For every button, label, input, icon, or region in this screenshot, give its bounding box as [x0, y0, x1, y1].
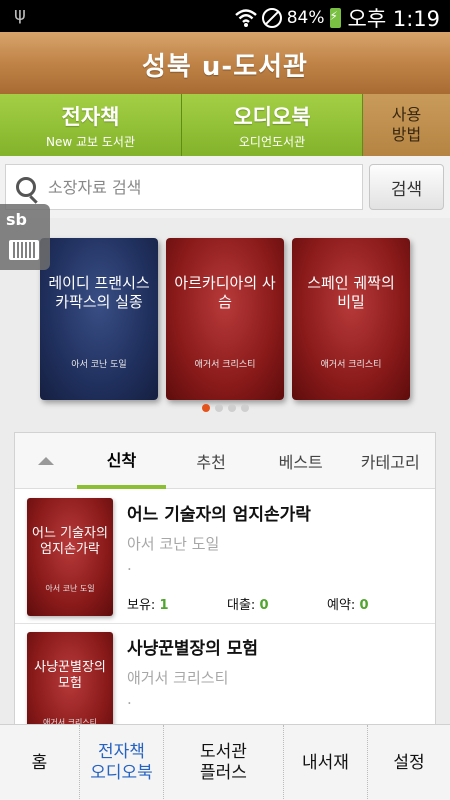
collapse-button[interactable]: [15, 433, 77, 489]
tab-best[interactable]: 베스트: [256, 433, 346, 489]
carousel-book[interactable]: 레이디 프랜시스 카팍스의 실종 아서 코난 도일: [40, 238, 158, 400]
nav-library-plus[interactable]: 도서관 플러스: [164, 725, 284, 800]
carousel-book[interactable]: 아르카디아의 사슴 애거서 크리스티: [166, 238, 284, 400]
nav-home[interactable]: 홈: [0, 725, 80, 800]
search-input[interactable]: [48, 177, 348, 197]
app-title: 성북 u-도서관: [142, 52, 308, 82]
do-not-disturb-icon: [261, 8, 282, 28]
tab-category[interactable]: 카테고리: [345, 433, 435, 489]
search-icon: [16, 177, 36, 197]
loan-stat: 대출: 0: [227, 594, 327, 613]
book-author: 애거서 크리스티: [127, 669, 229, 687]
nav-plus-line2: 플러스: [200, 763, 247, 783]
top-tabs: 전자책 New 교보 도서관 오디오북 오디언도서관 사용 방법: [0, 94, 450, 156]
featured-carousel[interactable]: 레이디 프랜시스 카팍스의 실종 아서 코난 도일 아르카디아의 사슴 애거서 …: [0, 218, 450, 426]
tab-new-arrivals[interactable]: 신착: [76, 433, 167, 489]
reserve-stat: 예약: 0: [327, 594, 427, 613]
book-cover-author: 아서 코난 도일: [45, 584, 95, 593]
tab-ebook-sublabel: New 교보 도서관: [45, 134, 135, 149]
carousel-book[interactable]: 스페인 궤짝의 비밀 애거서 크리스티: [292, 238, 410, 400]
nav-ebook-line2: 오디오북: [90, 763, 153, 783]
list-item[interactable]: 어느 기술자의 엄지손가락 아서 코난 도일 어느 기술자의 엄지손가락 아서 …: [15, 490, 435, 624]
book-cover: 어느 기술자의 엄지손가락 아서 코난 도일: [27, 498, 113, 616]
book-title: 어느 기술자의 엄지손가락: [127, 505, 311, 525]
app-header: 성북 u-도서관: [0, 32, 450, 94]
wifi-icon: [234, 9, 257, 27]
status-bar: ψ 84% 오후 1:19: [0, 0, 450, 32]
book-cover-title: 어느 기술자의 엄지손가락: [32, 526, 108, 557]
tab-audiobook[interactable]: 오디오북 오디언도서관: [182, 94, 363, 156]
loan-label: 대출:: [227, 598, 256, 613]
carousel-page-indicator: [0, 404, 450, 412]
loan-count: 0: [259, 598, 269, 613]
tab-ebook[interactable]: 전자책 New 교보 도서관: [0, 94, 182, 156]
barcode-card-icon: [9, 240, 39, 260]
search-bar: 검색: [0, 156, 450, 218]
tab-recommended[interactable]: 추천: [166, 433, 256, 489]
search-field[interactable]: [5, 164, 363, 210]
book-stats: 보유: 1 대출: 0 예약: 0: [127, 594, 427, 613]
usage-guide-line1: 사용: [391, 105, 422, 124]
carousel-book-author: 아서 코난 도일: [71, 360, 127, 370]
owned-count: 1: [159, 598, 169, 613]
book-extra: .: [127, 556, 132, 574]
tab-audiobook-label: 오디오북: [233, 104, 311, 129]
tab-ebook-label: 전자책: [61, 104, 120, 129]
carousel-book-title: 아르카디아의 사슴: [174, 274, 276, 311]
reserve-count: 0: [359, 598, 369, 613]
sb-label: sb: [6, 210, 27, 229]
nav-my-library[interactable]: 내서재: [284, 725, 368, 800]
carousel-book-author: 애거서 크리스티: [320, 360, 382, 370]
usb-icon: ψ: [14, 4, 26, 25]
battery-icon: [329, 8, 341, 28]
carousel-book-title: 레이디 프랜시스 카팍스의 실종: [48, 274, 150, 311]
page-dot[interactable]: [214, 404, 223, 412]
owned-stat: 보유: 1: [127, 594, 227, 613]
book-list: 어느 기술자의 엄지손가락 아서 코난 도일 어느 기술자의 엄지손가락 아서 …: [15, 490, 435, 758]
nav-ebook-audiobook[interactable]: 전자책 오디오북: [80, 725, 164, 800]
book-list-panel: 신착 추천 베스트 카테고리 어느 기술자의 엄지손가락 아서 코난 도일 어느…: [14, 432, 436, 758]
sb-side-widget[interactable]: sb: [0, 204, 50, 270]
clock: 오후 1:19: [347, 7, 440, 31]
usage-guide-line2: 방법: [391, 125, 422, 144]
page-dot[interactable]: [240, 404, 249, 412]
page-dot[interactable]: [201, 404, 210, 412]
book-author: 아서 코난 도일: [127, 535, 220, 553]
carousel-book-author: 애거서 크리스티: [194, 360, 256, 370]
tab-audiobook-sublabel: 오디언도서관: [238, 134, 306, 149]
chevron-up-icon: [37, 457, 54, 465]
nav-ebook-line1: 전자책: [98, 742, 145, 762]
search-button[interactable]: 검색: [369, 164, 444, 210]
reserve-label: 예약:: [327, 598, 356, 613]
book-info: 사냥꾼별장의 모험 애거서 크리스티 .: [127, 634, 427, 708]
book-title: 사냥꾼별장의 모험: [127, 639, 259, 659]
battery-percent: 84%: [286, 8, 325, 28]
carousel-book-title: 스페인 궤짝의 비밀: [307, 274, 395, 311]
nav-plus-line1: 도서관: [200, 742, 247, 762]
status-right: 84% 오후 1:19: [234, 3, 440, 33]
book-info: 어느 기술자의 엄지손가락 아서 코난 도일 .: [127, 500, 427, 574]
list-tabs: 신착 추천 베스트 카테고리: [15, 433, 435, 489]
nav-settings[interactable]: 설정: [368, 725, 450, 800]
book-extra: .: [127, 690, 132, 708]
usage-guide-button[interactable]: 사용 방법: [363, 94, 450, 156]
owned-label: 보유:: [127, 598, 156, 613]
book-cover-title: 사냥꾼별장의 모험: [34, 660, 106, 691]
bottom-nav: 홈 전자책 오디오북 도서관 플러스 내서재 설정: [0, 724, 450, 800]
page-dot[interactable]: [227, 404, 236, 412]
